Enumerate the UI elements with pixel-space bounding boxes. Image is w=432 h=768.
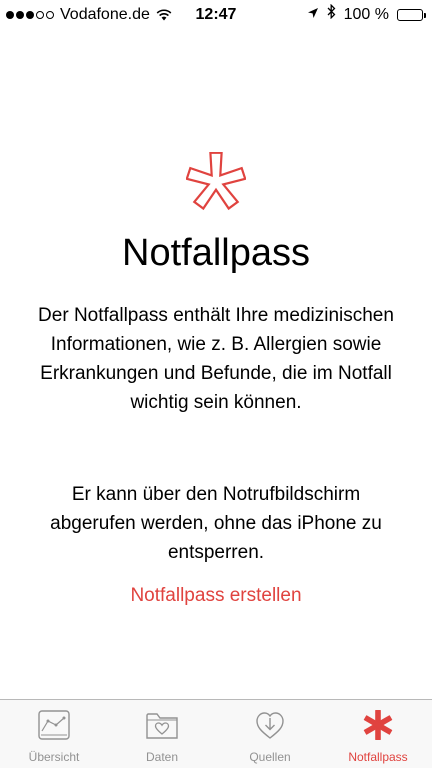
tab-overview-label: Übersicht [28,750,80,764]
heart-folder-icon [146,713,178,739]
description-paragraph-1: Der Notfallpass enthält Ihre medizinisch… [38,305,394,413]
tab-data-label: Daten [145,750,179,764]
bluetooth-icon [327,0,336,30]
tab-data[interactable]: Daten [108,700,216,768]
chart-icon [38,710,70,740]
create-emergency-pass-button[interactable]: Notfallpass erstellen [0,585,432,607]
tab-bar: Übersicht Daten Quellen Notfallpass [0,699,432,768]
tab-sources-label: Quellen [249,750,291,764]
tab-emergency-pass-label: Notfallpass [348,750,408,764]
location-arrow-icon [307,0,319,30]
battery-percentage: 100 % [343,6,389,23]
tab-sources[interactable]: Quellen [216,700,324,768]
heart-download-icon [256,712,284,739]
description-paragraph-2: Er kann über den Notrufbildschirm abgeru… [50,484,382,563]
battery-icon [397,9,426,21]
status-right: 100 % [307,0,426,30]
medical-asterisk-icon [363,710,393,740]
tab-emergency-pass[interactable]: Notfallpass [324,700,432,768]
medical-asterisk-icon [186,152,246,211]
page-title: Notfallpass [122,232,310,274]
tab-overview[interactable]: Übersicht [0,700,108,768]
status-bar: Vodafone.de 12:47 100 % [0,0,432,30]
